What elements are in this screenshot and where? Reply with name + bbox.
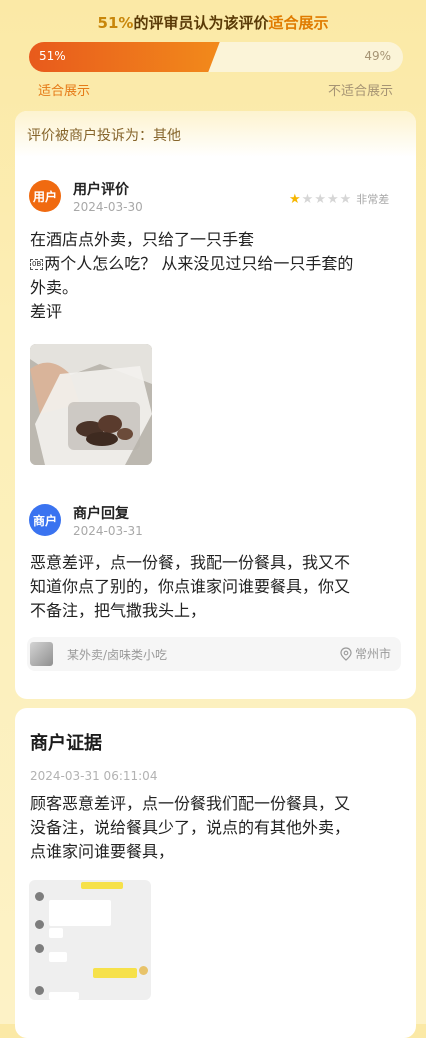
- evidence-text: 顾客恶意差评，点一份餐我们配一份餐具，又 没备注，说给餐具少了，说点的有其他外卖…: [30, 792, 410, 864]
- chat-bubble: [49, 992, 79, 1000]
- chat-avatar: [35, 986, 44, 995]
- user-review-date: 2024-03-30: [73, 200, 143, 214]
- evidence-line: 没备注，说给餐具少了，说点的有其他外卖，: [30, 818, 351, 837]
- vote-right-label: 不适合展示: [327, 84, 393, 99]
- reply-line: 恶意差评，点一份餐，我配一份餐具，我又不: [30, 553, 351, 572]
- review-line: 0B 两个人怎么吃？ 从来没见过只给一只手套的: [30, 254, 354, 273]
- chat-bubble: [49, 900, 111, 926]
- missing-glyph-box: 0B: [30, 259, 44, 270]
- review-photo[interactable]: [30, 344, 152, 465]
- shop-thumbnail: [30, 642, 53, 666]
- chat-bubble: [49, 952, 67, 962]
- shop-location: 常州市: [340, 645, 391, 662]
- chat-bubble: [81, 882, 123, 889]
- review-line: 在酒店点外卖，只给了一只手套: [30, 230, 255, 249]
- merchant-reply-name: 商户回复: [73, 506, 129, 522]
- chat-avatar: [35, 920, 44, 929]
- evidence-chat-screenshot[interactable]: [29, 880, 151, 1000]
- header-title-highlight: 适合展示: [268, 14, 329, 32]
- evidence-card: 商户证据 2024-03-31 06:11:04 顾客恶意差评，点一份餐我们配一…: [15, 708, 416, 1038]
- chat-bubble: [49, 928, 63, 938]
- location-pin-icon: [340, 646, 352, 661]
- star-icon: ★: [289, 191, 301, 207]
- vote-left-value: 51%: [39, 49, 66, 63]
- user-review-text: 在酒店点外卖，只给了一只手套 0B 两个人怎么吃？ 从来没见过只给一只手套的 外卖…: [30, 228, 410, 324]
- vote-right-value: 49%: [364, 49, 391, 63]
- header-percent: 51%: [97, 14, 134, 32]
- complaint-header: 评价被商户投诉为：其他: [15, 111, 416, 157]
- merchant-avatar: 商户: [29, 504, 61, 536]
- evidence-time: 2024-03-31 06:11:04: [30, 769, 158, 783]
- chat-avatar: [35, 892, 44, 901]
- chat-avatar: [139, 966, 148, 975]
- review-card: 评价被商户投诉为：其他 用户 用户评价 2024-03-30 ★ ★ ★ ★ ★…: [15, 111, 416, 699]
- star-icon: ★: [339, 191, 352, 207]
- vote-progress-bar: 51% 49%: [29, 42, 403, 72]
- merchant-reply-date: 2024-03-31: [73, 524, 143, 538]
- rating-stars: ★ ★ ★ ★ ★ 非常差: [289, 191, 389, 207]
- review-photo-image: [30, 344, 152, 465]
- star-icon: ★: [301, 191, 314, 207]
- merchant-reply-text: 恶意差评，点一份餐，我配一份餐具，我又不 知道你点了别的，你点谁家问谁要餐具，你…: [30, 551, 410, 623]
- reply-line: 知道你点了别的，你点谁家问谁要餐具，你又: [30, 577, 351, 596]
- vote-left-label: 适合展示: [38, 84, 91, 99]
- shop-location-text: 常州市: [354, 647, 391, 661]
- review-line: 差评: [30, 302, 63, 321]
- user-review-name: 用户评价: [73, 182, 129, 198]
- evidence-line: 顾客恶意差评，点一份餐我们配一份餐具，又: [30, 794, 351, 813]
- shop-name: 某外卖/卤味类小吃: [67, 648, 168, 662]
- star-icon: ★: [326, 191, 339, 207]
- evidence-title: 商户证据: [30, 733, 102, 754]
- chat-avatar: [35, 944, 44, 953]
- evidence-line: 点谁家问谁要餐具，: [30, 842, 175, 861]
- reply-line: 不备注，把气撒我头上，: [30, 601, 207, 620]
- review-line: 外卖。: [30, 278, 79, 297]
- rating-text: 非常差: [356, 193, 390, 206]
- page-header-title: 51%的评审员认为该评价适合展示: [0, 12, 426, 33]
- header-title-mid: 的评审员认为该评价: [133, 14, 269, 32]
- user-avatar: 用户: [29, 180, 61, 212]
- star-icon: ★: [314, 191, 326, 207]
- chat-bubble: [93, 968, 137, 978]
- shop-info-bar[interactable]: 某外卖/卤味类小吃 常州市: [27, 637, 401, 671]
